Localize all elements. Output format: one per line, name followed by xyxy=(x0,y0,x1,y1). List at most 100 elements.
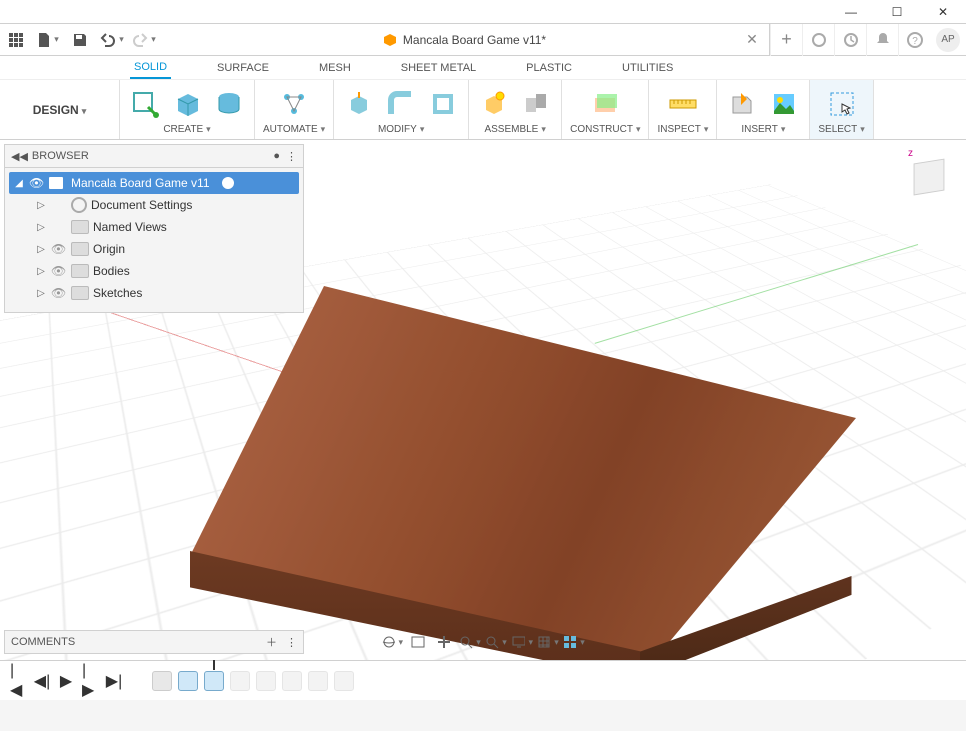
history-feature[interactable] xyxy=(308,671,328,691)
new-component-button[interactable] xyxy=(477,87,511,121)
visibility-icon[interactable]: 👁 xyxy=(51,286,67,300)
workspace-switcher[interactable]: DESIGN xyxy=(0,80,120,139)
sketch-button[interactable] xyxy=(128,87,162,121)
automate-button[interactable] xyxy=(277,87,311,121)
history-feature[interactable] xyxy=(152,671,172,691)
history-feature[interactable] xyxy=(230,671,250,691)
grid-settings-button[interactable] xyxy=(537,632,559,652)
group-select-label[interactable]: SELECT xyxy=(818,124,864,137)
ribbon-tab-surface[interactable]: SURFACE xyxy=(213,58,273,78)
comments-panel[interactable]: COMMENTS ＋ ⋮ xyxy=(4,630,304,654)
zoom-button[interactable] xyxy=(459,632,481,652)
group-insert: INSERT xyxy=(717,80,810,139)
close-tab-button[interactable]: ✕ xyxy=(743,30,761,48)
timeline-start-button[interactable]: |◀ xyxy=(10,673,26,689)
comments-options-icon[interactable]: ⋮ xyxy=(286,637,297,649)
history-feature[interactable] xyxy=(334,671,354,691)
ribbon-tab-solid[interactable]: SOLID xyxy=(130,57,171,79)
group-insert-label[interactable]: INSERT xyxy=(741,124,785,137)
window-maximize-button[interactable]: ☐ xyxy=(874,0,920,24)
look-at-button[interactable] xyxy=(407,632,429,652)
group-automate-label[interactable]: AUTOMATE xyxy=(263,124,325,137)
history-feature[interactable] xyxy=(204,671,224,691)
ribbon-tab-sheetmetal[interactable]: SHEET METAL xyxy=(397,58,480,78)
ribbon-tab-plastic[interactable]: PLASTIC xyxy=(522,58,576,78)
joint-button[interactable] xyxy=(519,87,553,121)
browser-item-named-views[interactable]: ▷ Named Views xyxy=(9,216,299,238)
apps-grid-icon[interactable] xyxy=(0,24,32,56)
extensions-icon[interactable] xyxy=(802,24,834,56)
history-feature[interactable] xyxy=(256,671,276,691)
create-cylinder-button[interactable] xyxy=(212,87,246,121)
timeline-prev-button[interactable]: ◀| xyxy=(34,673,50,689)
history-feature[interactable] xyxy=(178,671,198,691)
timeline-play-button[interactable]: ▶ xyxy=(58,673,74,689)
visibility-icon[interactable]: 👁 xyxy=(51,264,67,278)
viewcube[interactable]: z xyxy=(904,152,954,202)
document-tab[interactable]: Mancala Board Game v11* ✕ xyxy=(160,24,770,55)
display-settings-button[interactable] xyxy=(511,632,533,652)
activate-radio[interactable] xyxy=(222,177,234,189)
timeline-end-button[interactable]: ▶| xyxy=(106,673,122,689)
expand-icon[interactable]: ▷ xyxy=(35,288,47,299)
shell-button[interactable] xyxy=(426,87,460,121)
insert-derive-button[interactable] xyxy=(725,87,759,121)
undo-button[interactable] xyxy=(96,24,128,56)
ribbon-tab-utilities[interactable]: UTILITIES xyxy=(618,58,677,78)
expand-icon[interactable]: ▷ xyxy=(35,222,47,233)
create-box-button[interactable] xyxy=(170,87,204,121)
browser-options-icon[interactable]: ⋮ xyxy=(286,150,297,163)
expand-icon[interactable]: ▷ xyxy=(35,200,47,211)
browser-pin-icon[interactable]: ● xyxy=(273,150,280,162)
browser-collapse-icon[interactable]: ◀◀ xyxy=(11,150,28,163)
group-assemble-label[interactable]: ASSEMBLE xyxy=(484,124,545,137)
user-avatar[interactable]: AP xyxy=(936,28,960,52)
viewcube-face[interactable] xyxy=(914,159,945,196)
browser-item-label: Origin xyxy=(93,242,125,256)
window-close-button[interactable]: ✕ xyxy=(920,0,966,24)
new-design-button[interactable]: + xyxy=(770,24,802,56)
comments-add-icon[interactable]: ＋ xyxy=(266,637,277,649)
group-inspect-label[interactable]: INSPECT xyxy=(657,124,708,137)
group-modify-label[interactable]: MODIFY xyxy=(378,124,424,137)
press-pull-button[interactable] xyxy=(342,87,376,121)
construct-plane-button[interactable] xyxy=(588,87,622,121)
expand-icon[interactable]: ▷ xyxy=(35,244,47,255)
redo-button[interactable] xyxy=(128,24,160,56)
expand-icon[interactable]: ▷ xyxy=(35,266,47,277)
notifications-icon[interactable] xyxy=(866,24,898,56)
ribbon-tab-mesh[interactable]: MESH xyxy=(315,58,355,78)
visibility-icon[interactable]: 👁 xyxy=(29,176,45,190)
viewcube-axis-z: z xyxy=(908,148,913,159)
viewports-button[interactable] xyxy=(563,632,585,652)
browser-item-sketches[interactable]: ▷ 👁 Sketches xyxy=(9,282,299,304)
browser-item-origin[interactable]: ▷ 👁 Origin xyxy=(9,238,299,260)
browser-item-label: Bodies xyxy=(93,264,130,278)
pan-button[interactable] xyxy=(433,632,455,652)
save-button[interactable] xyxy=(64,24,96,56)
history-feature[interactable] xyxy=(282,671,302,691)
help-icon[interactable]: ? xyxy=(898,24,930,56)
insert-decal-button[interactable] xyxy=(767,87,801,121)
window-minimize-button[interactable]: — xyxy=(828,0,874,24)
file-menu-button[interactable] xyxy=(32,24,64,56)
select-button[interactable] xyxy=(825,87,859,121)
fit-button[interactable] xyxy=(485,632,507,652)
timeline-next-button[interactable]: |▶ xyxy=(82,673,98,689)
group-create-label[interactable]: CREATE xyxy=(163,124,210,137)
browser-item-bodies[interactable]: ▷ 👁 Bodies xyxy=(9,260,299,282)
browser-root[interactable]: ◢ 👁 Mancala Board Game v11 xyxy=(9,172,299,194)
workspace-label: DESIGN xyxy=(33,103,87,117)
fillet-button[interactable] xyxy=(384,87,418,121)
job-status-icon[interactable] xyxy=(834,24,866,56)
collapse-icon[interactable]: ◢ xyxy=(13,178,25,189)
viewport-canvas[interactable]: z ◀◀ BROWSER ● ⋮ ◢ 👁 Mancala Board Game … xyxy=(0,140,966,660)
visibility-icon[interactable]: 👁 xyxy=(51,242,67,256)
model-body[interactable] xyxy=(170,270,870,660)
browser-root-label: Mancala Board Game v11 xyxy=(67,176,214,190)
folder-icon xyxy=(71,286,89,300)
browser-item-document-settings[interactable]: ▷ Document Settings xyxy=(9,194,299,216)
group-construct-label[interactable]: CONSTRUCT xyxy=(570,124,640,137)
measure-button[interactable] xyxy=(666,87,700,121)
orbit-button[interactable] xyxy=(381,632,403,652)
